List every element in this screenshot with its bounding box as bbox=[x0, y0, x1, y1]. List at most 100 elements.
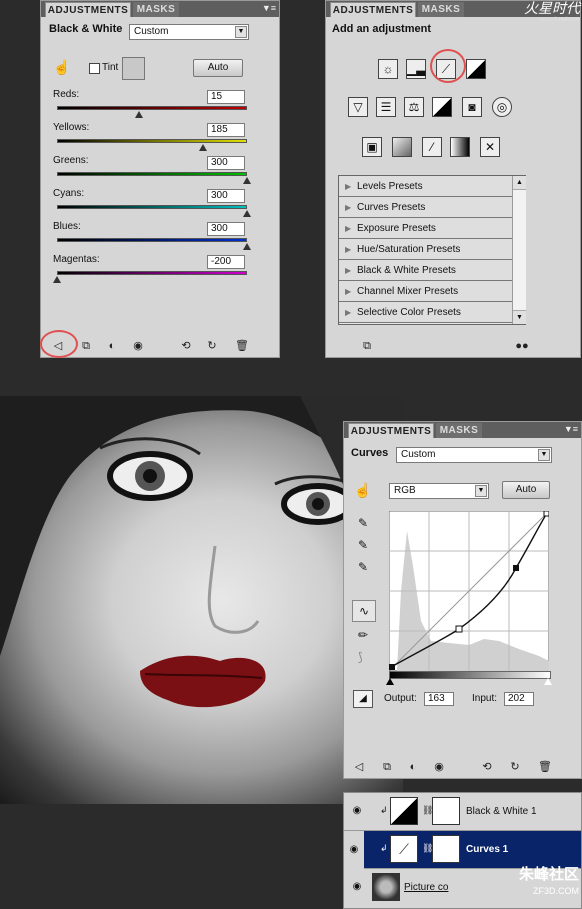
targeted-adjust-hand-icon[interactable]: ☝ bbox=[53, 59, 70, 76]
tab-adjustments[interactable]: ADJUSTMENTS bbox=[330, 2, 416, 17]
brightness-contrast-icon[interactable]: ☼ bbox=[378, 59, 398, 79]
visibility-eye-icon[interactable]: ◉ bbox=[350, 881, 364, 893]
clip-to-layer-icon[interactable]: ◐ bbox=[105, 339, 119, 353]
slider-value-field[interactable]: -200 bbox=[207, 255, 245, 269]
curve-point-tool-icon[interactable]: ∿ bbox=[352, 600, 376, 622]
slider-value-field[interactable]: 15 bbox=[207, 90, 245, 104]
photo-filter-icon[interactable]: ◙ bbox=[462, 97, 482, 117]
slider-value-field[interactable]: 300 bbox=[207, 189, 245, 203]
vibrance-icon[interactable]: ▽ bbox=[348, 97, 368, 117]
slider-label: Cyans: bbox=[53, 188, 85, 199]
layer-row-black-white[interactable]: ◉ ↲ ⛓ Black & White 1 bbox=[344, 793, 581, 831]
preset-dropdown[interactable]: Custom ▼ bbox=[396, 447, 552, 463]
preset-dropdown[interactable]: Custom ▼ bbox=[129, 24, 249, 40]
view-previous-icon[interactable]: ⟲ bbox=[480, 760, 494, 774]
black-white-icon[interactable] bbox=[432, 97, 452, 117]
reset-icon[interactable]: ↻ bbox=[205, 339, 219, 353]
preset-item[interactable]: Channel Mixer Presets bbox=[339, 281, 525, 302]
layer-row-curves[interactable]: ◉ ↲ ⟋ ⛓ Curves 1 bbox=[344, 831, 581, 869]
chevron-down-icon: ▼ bbox=[538, 449, 550, 461]
invert-icon[interactable]: ▣ bbox=[362, 137, 382, 157]
color-balance-icon[interactable]: ⚖ bbox=[404, 97, 424, 117]
panel-bottom-toolbar: ⧉ ●● bbox=[326, 335, 580, 357]
slider-track[interactable] bbox=[57, 106, 247, 110]
white-point-slider[interactable] bbox=[544, 678, 552, 685]
slider-value-field[interactable]: 300 bbox=[207, 222, 245, 236]
preset-item[interactable]: Levels Presets bbox=[339, 176, 525, 197]
preset-item[interactable]: Exposure Presets bbox=[339, 218, 525, 239]
visibility-eye-icon[interactable]: ◉ bbox=[350, 805, 364, 817]
presets-scrollbar[interactable]: ▲ ▼ bbox=[512, 176, 526, 324]
slider-thumb[interactable] bbox=[243, 210, 251, 217]
scroll-up-icon[interactable]: ▲ bbox=[513, 176, 526, 190]
trash-icon[interactable]: 🗑 bbox=[235, 339, 249, 353]
highlight-circle-back bbox=[40, 330, 78, 358]
panel-menu-icon[interactable]: ▼≡ bbox=[262, 3, 276, 13]
tab-masks[interactable]: MASKS bbox=[436, 423, 482, 438]
preset-item[interactable]: Curves Presets bbox=[339, 197, 525, 218]
output-field[interactable]: 163 bbox=[424, 692, 454, 706]
channel-dropdown[interactable]: RGB ▼ bbox=[389, 483, 489, 499]
preset-item[interactable]: Hue/Saturation Presets bbox=[339, 239, 525, 260]
slider-track[interactable] bbox=[57, 271, 247, 275]
channel-mixer-icon[interactable]: ◎ bbox=[492, 97, 512, 117]
preset-value: Custom bbox=[401, 449, 436, 460]
exposure-icon[interactable] bbox=[466, 59, 486, 79]
black-point-slider[interactable] bbox=[386, 678, 394, 685]
slider-thumb[interactable] bbox=[243, 177, 251, 184]
slider-track[interactable] bbox=[57, 172, 247, 176]
reset-icon[interactable]: ↻ bbox=[508, 760, 522, 774]
trash-icon[interactable]: 🗑 bbox=[538, 760, 552, 774]
smooth-icon[interactable]: ⟆ bbox=[358, 650, 363, 664]
posterize-icon[interactable] bbox=[392, 137, 412, 157]
slider-thumb[interactable] bbox=[199, 144, 208, 151]
targeted-adjust-hand-icon[interactable]: ☝ bbox=[354, 482, 371, 499]
clip-to-layer-icon[interactable]: ◐ bbox=[406, 760, 420, 774]
input-field[interactable]: 202 bbox=[504, 692, 534, 706]
curves-graph[interactable] bbox=[389, 511, 549, 671]
back-arrow-icon[interactable]: ◁ bbox=[352, 760, 366, 774]
view-previous-icon[interactable]: ⟲ bbox=[179, 339, 193, 353]
tint-color-swatch[interactable] bbox=[122, 57, 145, 80]
tab-adjustments[interactable]: ADJUSTMENTS bbox=[348, 423, 434, 438]
slider-value-field[interactable]: 300 bbox=[207, 156, 245, 170]
tab-adjustments[interactable]: ADJUSTMENTS bbox=[45, 2, 131, 17]
gradient-map-icon[interactable] bbox=[450, 137, 470, 157]
hue-saturation-icon[interactable]: ☰ bbox=[376, 97, 396, 117]
tab-masks[interactable]: MASKS bbox=[133, 2, 179, 17]
expand-view-icon[interactable]: ⧉ bbox=[360, 339, 374, 353]
auto-button[interactable]: Auto bbox=[502, 481, 550, 499]
levels-icon[interactable]: ▁▃ bbox=[406, 59, 426, 79]
auto-button[interactable]: Auto bbox=[193, 59, 243, 77]
slider-thumb[interactable] bbox=[243, 243, 251, 250]
watermark-bottom: 朱峰社区 ZF3D.COM bbox=[464, 865, 579, 907]
layer-adjustment-thumbnail: ⟋ bbox=[390, 835, 418, 863]
preset-item[interactable]: Selective Color Presets bbox=[339, 302, 525, 323]
slider-track[interactable] bbox=[57, 205, 247, 209]
preset-item[interactable]: Black & White Presets bbox=[339, 260, 525, 281]
slider-thumb[interactable] bbox=[134, 111, 143, 118]
visibility-eye-icon[interactable]: ◉ bbox=[344, 831, 364, 869]
panel-menu-icon[interactable]: ▼≡ bbox=[564, 424, 578, 434]
slider-thumb[interactable] bbox=[53, 276, 61, 283]
gray-point-eyedropper-icon[interactable]: ✎ bbox=[358, 538, 368, 552]
slider-value-field[interactable]: 185 bbox=[207, 123, 245, 137]
black-point-eyedropper-icon[interactable]: ✎ bbox=[358, 516, 368, 530]
scroll-down-icon[interactable]: ▼ bbox=[513, 310, 526, 324]
slider-track[interactable] bbox=[57, 238, 247, 242]
tint-checkbox[interactable] bbox=[89, 63, 100, 74]
panel-tab-bar: ADJUSTMENTS MASKS ▼≡ bbox=[344, 422, 581, 438]
expand-view-icon[interactable]: ⧉ bbox=[79, 339, 93, 353]
tab-masks[interactable]: MASKS bbox=[418, 2, 464, 17]
clipping-warning-icon[interactable]: ◢ bbox=[353, 690, 373, 708]
slider-track[interactable] bbox=[57, 139, 247, 143]
pencil-tool-icon[interactable]: ✏ bbox=[358, 628, 368, 642]
white-point-eyedropper-icon[interactable]: ✎ bbox=[358, 560, 368, 574]
selective-color-icon[interactable]: ✕ bbox=[480, 137, 500, 157]
threshold-icon[interactable]: ⁄ bbox=[422, 137, 442, 157]
visibility-eye-icon[interactable]: ◉ bbox=[131, 339, 145, 353]
visibility-eye-icon[interactable]: ◉ bbox=[432, 760, 446, 774]
preset-value: Custom bbox=[134, 26, 169, 37]
expand-view-icon[interactable]: ⧉ bbox=[380, 760, 394, 774]
options-icon[interactable]: ●● bbox=[512, 339, 532, 353]
